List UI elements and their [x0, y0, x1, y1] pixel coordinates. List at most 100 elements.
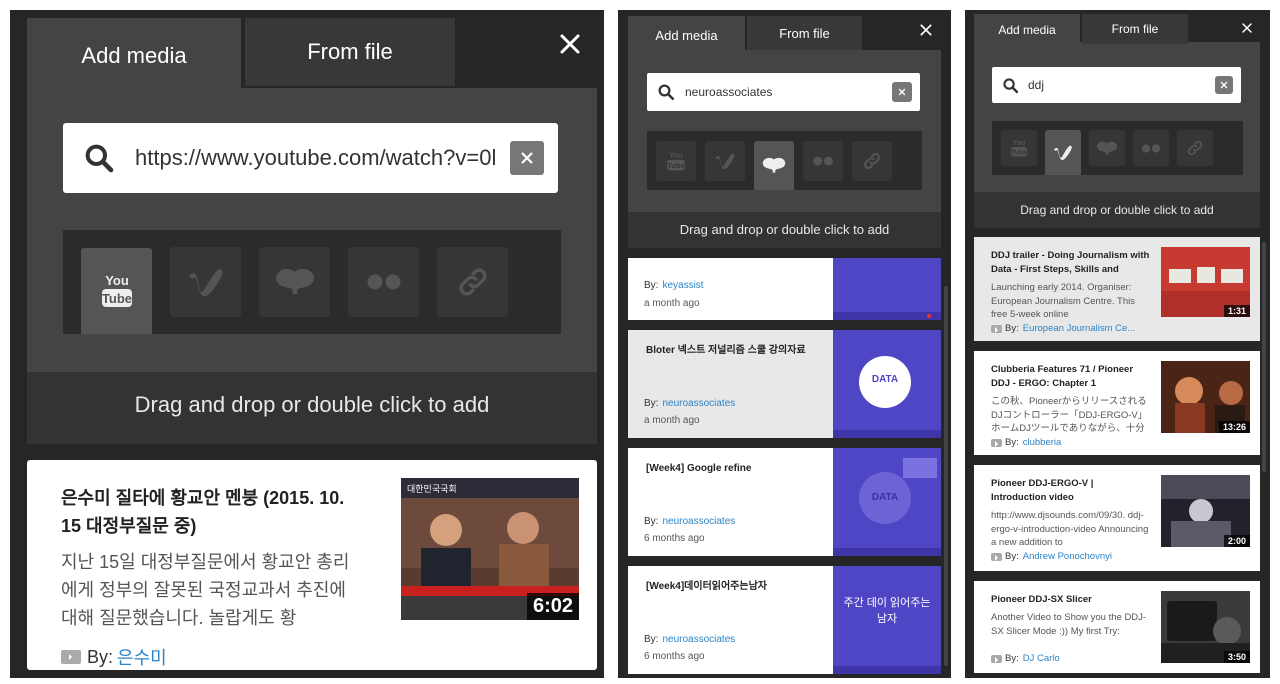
- provider-link[interactable]: [437, 247, 508, 317]
- tab-add-media[interactable]: Add media: [628, 16, 745, 54]
- video-thumbnail: 2:00: [1161, 475, 1250, 547]
- clear-search-button[interactable]: [892, 82, 912, 102]
- item-age: 6 months ago: [644, 651, 705, 662]
- list-item-text: DDJ trailer - Doing Journalism with Data…: [974, 237, 1161, 341]
- youtube-small-icon: [991, 552, 1002, 561]
- author-link[interactable]: European Journalism Ce...: [1023, 323, 1135, 334]
- link-icon: [1187, 140, 1203, 156]
- svg-text:You: You: [669, 150, 683, 159]
- thumbnail-caption: 주간 데이 읽어주는 남자: [843, 597, 931, 625]
- clear-search-button[interactable]: [1215, 76, 1233, 94]
- list-item[interactable]: Clubberia Features 71 / Pioneer DDJ - ER…: [974, 351, 1260, 455]
- provider-vimeo[interactable]: [170, 247, 241, 317]
- tab-add-media[interactable]: Add media: [27, 18, 241, 94]
- svg-text:Tube: Tube: [667, 161, 685, 170]
- author-link[interactable]: 은수미: [117, 644, 167, 670]
- provider-vimeo[interactable]: [1045, 130, 1081, 175]
- youtube-small-icon: [61, 650, 81, 664]
- item-age: a month ago: [644, 415, 700, 426]
- svg-text:Tube: Tube: [1011, 149, 1027, 156]
- by-label: By:: [1005, 653, 1019, 664]
- provider-link[interactable]: [852, 140, 892, 181]
- link-icon: [864, 152, 880, 169]
- provider-youtube[interactable]: You Tube: [656, 140, 696, 181]
- scrollbar[interactable]: [944, 286, 948, 666]
- item-by: By: European Journalism Ce...: [991, 323, 1161, 334]
- search-icon: [992, 67, 1028, 103]
- provider-youtube[interactable]: You Tube: [1001, 130, 1037, 166]
- item-age: 6 months ago: [644, 533, 705, 544]
- close-icon[interactable]: [1241, 22, 1253, 34]
- provider-bar: You Tube: [647, 131, 922, 190]
- author-link[interactable]: keyassist: [662, 280, 703, 291]
- clear-search-button[interactable]: [510, 141, 544, 175]
- list-item-text: 은수미 질타에 황교안 멘붕 (2015. 10. 15 대정부질문 중) 지난…: [27, 460, 401, 670]
- provider-ustream[interactable]: [259, 247, 330, 317]
- search-icon: [63, 123, 135, 193]
- thumbnail-image: [833, 258, 941, 320]
- provider-vimeo[interactable]: [705, 140, 745, 181]
- video-duration: 2:00: [1223, 535, 1250, 547]
- by-label: By:: [644, 634, 659, 645]
- list-item[interactable]: [Week4]데이터읽어주는남자 By: neuroassociates 6 m…: [628, 566, 941, 674]
- close-icon[interactable]: [919, 23, 933, 37]
- author-link[interactable]: neuroassociates: [662, 398, 735, 409]
- list-item[interactable]: DDJ trailer - Doing Journalism with Data…: [974, 237, 1260, 341]
- svg-text:You: You: [105, 273, 129, 288]
- list-item-text: Pioneer DDJ-SX Slicer Another Video to S…: [974, 581, 1161, 673]
- list-item-text: By: keyassist a month ago: [628, 258, 833, 320]
- scrollbar[interactable]: [1262, 242, 1266, 472]
- svg-text:Tube: Tube: [101, 291, 131, 306]
- youtube-small-icon: [991, 654, 1002, 663]
- close-icon[interactable]: [558, 32, 582, 56]
- item-by: By: neuroassociates: [644, 398, 735, 409]
- author-link[interactable]: clubberia: [1023, 437, 1062, 448]
- vimeo-icon: [1053, 145, 1072, 160]
- list-item[interactable]: 은수미 질타에 황교안 멘붕 (2015. 10. 15 대정부질문 중) 지난…: [27, 460, 597, 670]
- vimeo-icon: [715, 153, 735, 169]
- list-item[interactable]: By: keyassist a month ago: [628, 258, 941, 320]
- provider-youtube[interactable]: You Tube: [81, 248, 152, 334]
- author-link[interactable]: neuroassociates: [662, 516, 735, 527]
- tab-bar: Add media From file: [628, 16, 862, 54]
- tab-from-file[interactable]: From file: [245, 18, 455, 86]
- item-title: [Week4] Google refine: [646, 463, 752, 474]
- video-duration: 1:31: [1223, 305, 1250, 317]
- list-item[interactable]: Pioneer DDJ-ERGO-V | Introduction video …: [974, 465, 1260, 571]
- author-link[interactable]: DJ Carlo: [1023, 653, 1060, 664]
- search-box: [63, 123, 558, 193]
- by-label: By:: [1005, 323, 1019, 334]
- thumbnail-caption: DATA: [871, 374, 899, 385]
- provider-link[interactable]: [1177, 130, 1213, 166]
- author-link[interactable]: Andrew Ponochovnyi: [1023, 551, 1112, 562]
- add-media-panel-middle: Add media From file You Tube Drag and dro…: [618, 10, 951, 678]
- provider-ustream[interactable]: [754, 140, 794, 190]
- youtube-small-icon: [991, 438, 1002, 447]
- list-item[interactable]: Bloter 넥스트 저널리즘 스쿨 강의자료 By: neuroassocia…: [628, 330, 941, 438]
- provider-flickr[interactable]: [1133, 130, 1169, 166]
- item-age: a month ago: [644, 298, 700, 309]
- tab-from-file[interactable]: From file: [1082, 14, 1188, 44]
- author-link[interactable]: neuroassociates: [662, 634, 735, 645]
- tab-bar: Add media From file: [27, 18, 455, 94]
- item-title: Bloter 넥스트 저널리즘 스쿨 강의자료: [646, 345, 806, 356]
- search-box: [647, 73, 920, 111]
- search-input[interactable]: [685, 73, 892, 111]
- list-item[interactable]: Pioneer DDJ-SX Slicer Another Video to S…: [974, 581, 1260, 673]
- provider-flickr[interactable]: [348, 247, 419, 317]
- provider-flickr[interactable]: [803, 140, 843, 181]
- item-description: 지난 15일 대정부질문에서 황교안 총리에게 정부의 잘못된 국정교과서 추진…: [61, 552, 350, 628]
- search-input[interactable]: [1028, 67, 1215, 103]
- search-input[interactable]: [135, 123, 510, 193]
- item-description: Launching early 2014. Organiser: Europea…: [991, 282, 1135, 320]
- drag-drop-hint: Drag and drop or double click to add: [679, 222, 890, 237]
- tab-from-file[interactable]: From file: [747, 16, 862, 50]
- item-title: Pioneer DDJ-SX Slicer: [991, 594, 1092, 605]
- flickr-icon: [367, 274, 400, 290]
- tab-add-media[interactable]: Add media: [974, 14, 1080, 46]
- video-thumbnail: 3:50: [1161, 591, 1250, 663]
- video-duration: 13:26: [1218, 421, 1250, 433]
- list-item[interactable]: [Week4] Google refine By: neuroassociate…: [628, 448, 941, 556]
- provider-ustream[interactable]: [1089, 130, 1125, 166]
- ustream-icon: [762, 157, 786, 174]
